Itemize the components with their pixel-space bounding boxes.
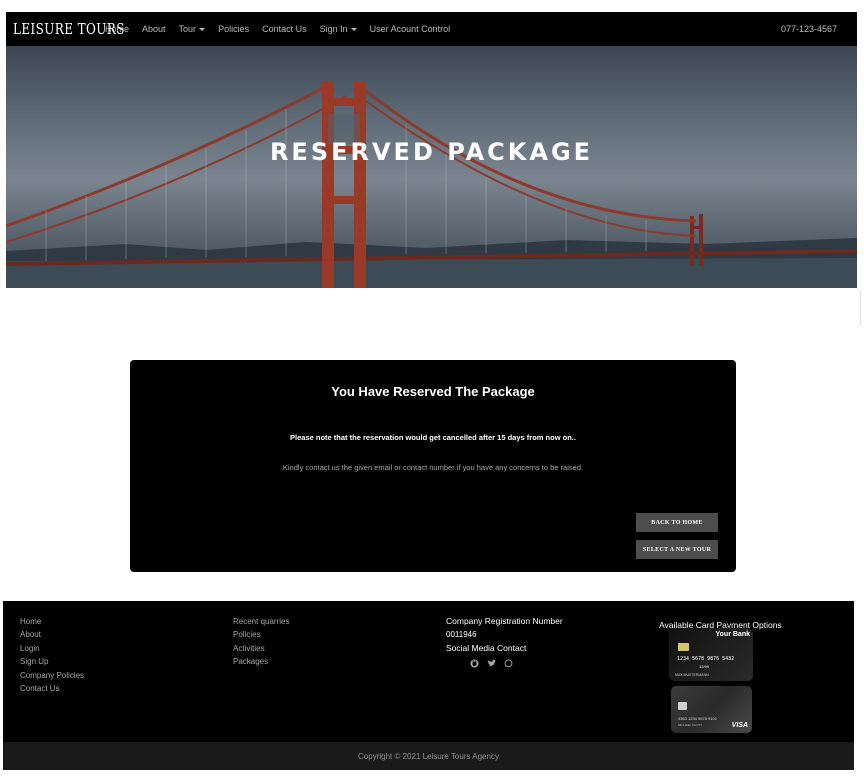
navbar: LEISURE TOURS Home About Tour Policies C…: [6, 12, 857, 46]
page-title: RESERVED PACKAGE: [269, 138, 594, 166]
footer-links-secondary: Recent quarries Policies Activities Pack…: [233, 615, 289, 669]
copyright-bar: Copyright © 2021 Leisure Tours Agency: [3, 742, 854, 770]
footer-link-policies[interactable]: Policies: [233, 628, 289, 641]
footer-link-packages[interactable]: Packages: [233, 655, 289, 668]
bridge-image: [6, 81, 857, 288]
twitter-icon[interactable]: [487, 659, 496, 668]
visa-card-image: 4363 1234 5678 9101 MICHAEL SCOTT VISA: [671, 686, 752, 733]
nav-contact-us[interactable]: Contact Us: [262, 24, 307, 34]
nav-tour-dropdown[interactable]: Tour: [179, 24, 206, 34]
chip-icon: [678, 643, 689, 651]
footer-link-company-policies[interactable]: Company Policies: [20, 669, 84, 682]
chevron-down-icon: [199, 27, 206, 31]
footer-link-home[interactable]: Home: [20, 615, 84, 628]
registration-heading: Company Registration Number: [446, 616, 563, 626]
nav-tour-label: Tour: [178, 24, 197, 34]
nav-about[interactable]: About: [142, 24, 166, 34]
whatsapp-icon[interactable]: [504, 659, 513, 668]
visa-logo: VISA: [731, 722, 748, 729]
footer-link-about[interactable]: About: [20, 628, 84, 641]
divider: [860, 290, 861, 326]
credit-card-image: Your Bank 1234 5678 9876 5432 12/99 MAX …: [669, 628, 753, 681]
card-expiry: 12/99: [699, 664, 710, 669]
github-icon[interactable]: [470, 659, 479, 668]
chip-icon: [678, 702, 687, 710]
card-number: 4363 1234 5678 9101: [678, 716, 717, 721]
back-to-home-button[interactable]: BACK TO HOME: [636, 513, 718, 532]
card-title: You Have Reserved The Package: [331, 384, 535, 399]
card-number: 1234 5678 9876 5432: [677, 656, 735, 662]
nav-policies[interactable]: Policies: [218, 24, 249, 34]
nav-sign-in-label: Sign In: [319, 24, 348, 34]
footer-link-recent-quarries[interactable]: Recent quarries: [233, 615, 289, 628]
registration-number: 0011946: [446, 630, 477, 640]
contact-note: Kindly contact us the given email or con…: [282, 463, 584, 472]
social-icons: [470, 659, 563, 668]
footer-link-activities[interactable]: Activities: [233, 642, 289, 655]
footer-link-sign-up[interactable]: Sign Up: [20, 655, 84, 668]
card-bank-name: Your Bank: [715, 631, 751, 638]
footer-company-info: Company Registration Number 0011946 Soci…: [446, 615, 563, 668]
card-holder: MAX MUSTERMANN: [675, 673, 709, 677]
brand-logo[interactable]: LEISURE TOURS: [13, 20, 124, 38]
footer-link-contact-us[interactable]: Contact Us: [20, 682, 84, 695]
nav-sign-in-dropdown[interactable]: Sign In: [320, 24, 357, 34]
select-new-tour-button[interactable]: SELECT A NEW TOUR: [636, 540, 718, 559]
footer-links-main: Home About Login Sign Up Company Policie…: [20, 615, 84, 695]
card-holder: MICHAEL SCOTT: [678, 723, 703, 727]
phone-number: 077-123-4567: [780, 24, 837, 34]
cancellation-note: Please note that the reservation would g…: [290, 433, 576, 442]
reservation-card: You Have Reserved The Package Please not…: [130, 360, 736, 572]
chevron-down-icon: [350, 27, 357, 31]
nav-user-account-control[interactable]: User Acount Control: [370, 24, 451, 34]
hero-banner: RESERVED PACKAGE: [6, 46, 857, 288]
footer: Home About Login Sign Up Company Policie…: [3, 601, 854, 742]
social-heading: Social Media Contact: [446, 642, 527, 653]
footer-link-login[interactable]: Login: [20, 642, 84, 655]
